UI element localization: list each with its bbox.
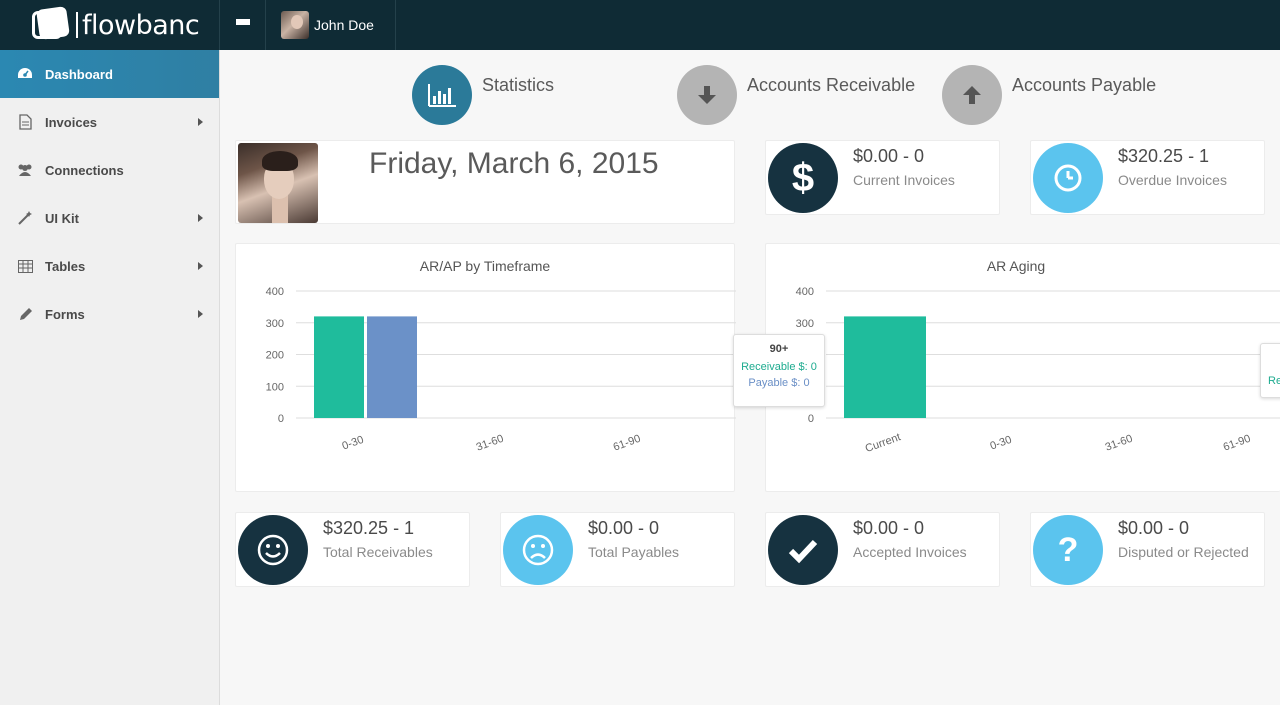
user-menu[interactable]: John Doe — [266, 0, 396, 50]
caret-right-icon — [198, 118, 203, 126]
sidebar-item-label: Invoices — [45, 114, 98, 130]
chart-tooltip-partial: Re — [1260, 343, 1280, 398]
overdue-invoices-card[interactable]: $320.25 - 1 Overdue Invoices — [1030, 140, 1265, 215]
logo-text: flowbanc — [82, 9, 200, 41]
smile-icon — [238, 515, 308, 585]
stat-label: Overdue Invoices — [1118, 172, 1227, 188]
tab-label: Statistics — [482, 74, 555, 95]
top-navbar: flowbanc John Doe — [0, 0, 1280, 50]
tab-statistics[interactable]: Statistics — [412, 65, 554, 125]
arrow-up-icon — [942, 65, 1002, 125]
tab-label: Accounts Receivable — [747, 74, 916, 95]
bar[interactable] — [314, 316, 364, 418]
current-invoices-card[interactable]: $ $0.00 - 0 Current Invoices — [765, 140, 1000, 215]
accepted-invoices-card[interactable]: $0.00 - 0 Accepted Invoices — [765, 512, 1000, 587]
pencil-icon — [16, 305, 34, 323]
y-tick-label: 100 — [266, 381, 284, 393]
ar-aging-chart: AR Aging 0100200300400Current0-3031-6061… — [765, 243, 1280, 492]
stat-value: $0.00 - 0 — [853, 146, 925, 166]
total-receivables-card[interactable]: $320.25 - 1 Total Receivables — [235, 512, 470, 587]
y-tick-label: 400 — [266, 286, 284, 298]
tooltip-receivable: Receivable $: 0 — [741, 361, 817, 373]
x-tick-label: 0-30 — [989, 434, 1014, 453]
dashboard-icon — [16, 65, 34, 83]
sidebar-item-forms[interactable]: Forms — [0, 290, 219, 338]
stat-label: Accepted Invoices — [853, 544, 967, 560]
hamburger-icon — [235, 19, 250, 31]
check-icon — [768, 515, 838, 585]
total-payables-card[interactable]: $0.00 - 0 Total Payables — [500, 512, 735, 587]
users-icon — [16, 161, 34, 179]
y-tick-label: 300 — [796, 318, 814, 330]
sidebar-item-connections[interactable]: Connections — [0, 146, 219, 194]
arrow-down-icon — [677, 65, 737, 125]
date-card: Friday, March 6, 2015 — [235, 140, 735, 224]
sidebar-item-label: Dashboard — [45, 66, 113, 82]
sidebar-item-ui-kit[interactable]: UI Kit — [0, 194, 219, 242]
stat-value: $0.00 - 0 — [588, 518, 660, 538]
x-tick-label: 31-60 — [1104, 433, 1135, 454]
sidebar-item-label: Connections — [45, 162, 124, 178]
sidebar-item-label: Tables — [45, 258, 86, 274]
x-tick-label: 61-90 — [612, 433, 643, 454]
current-date: Friday, March 6, 2015 — [369, 147, 659, 180]
sidebar: Dashboard Invoices Connections UI Kit Ta… — [0, 50, 220, 705]
profile-photo — [238, 143, 318, 223]
y-tick-label: 0 — [278, 413, 284, 425]
magic-wand-icon — [16, 209, 34, 227]
tooltip-title: 90+ — [769, 343, 789, 355]
frown-icon — [503, 515, 573, 585]
x-tick-label: 31-60 — [475, 433, 506, 454]
sidebar-item-label: Forms — [45, 306, 85, 322]
stat-label: Total Receivables — [323, 544, 433, 560]
stat-label: Disputed or Rejected — [1118, 544, 1249, 560]
x-tick-label: 61-90 — [1222, 433, 1253, 454]
x-tick-label: Current — [864, 431, 903, 455]
sidebar-item-tables[interactable]: Tables — [0, 242, 219, 290]
tab-accounts-payable[interactable]: Accounts Payable — [942, 65, 1156, 125]
stat-value: $0.00 - 0 — [1118, 518, 1190, 538]
y-tick-label: 300 — [266, 318, 284, 330]
chart-canvas: 01002003004000-3031-6061-9090+ — [266, 286, 736, 454]
caret-right-icon — [198, 214, 203, 222]
file-icon — [16, 113, 34, 131]
logo-mark-icon — [30, 6, 70, 43]
bar[interactable] — [844, 316, 926, 418]
stat-value: $0.00 - 0 — [853, 518, 925, 538]
stat-label: Total Payables — [588, 544, 680, 560]
sidebar-item-invoices[interactable]: Invoices — [0, 98, 219, 146]
avatar — [281, 11, 309, 39]
ar-ap-timeframe-chart: AR/AP by Timeframe 0 100 200 300 400 0-30 31-6… — [235, 243, 736, 492]
caret-right-icon — [198, 310, 203, 318]
chart-tooltip: 90+ Receivable $: 0 Payable $: 0 — [733, 334, 825, 407]
caret-right-icon — [198, 262, 203, 270]
clock-icon — [1033, 143, 1103, 213]
x-tick-label: 0-30 — [341, 434, 366, 453]
tab-accounts-receivable[interactable]: Accounts Receivable — [677, 65, 915, 125]
bar[interactable] — [367, 316, 417, 418]
sidebar-item-label: UI Kit — [45, 210, 79, 226]
stat-value: $320.25 - 1 — [1118, 146, 1210, 166]
menu-toggle-button[interactable] — [219, 0, 266, 50]
tooltip-payable: Payable $: 0 — [748, 377, 810, 389]
table-icon — [16, 257, 34, 275]
bar-chart-icon — [412, 65, 472, 125]
stat-label: Current Invoices — [853, 172, 955, 188]
disputed-invoices-card[interactable]: ? $0.00 - 0 Disputed or Rejected — [1030, 512, 1265, 587]
y-tick-label: 400 — [796, 286, 814, 298]
dollar-icon: $ — [768, 143, 838, 213]
y-tick-label: 0 — [808, 413, 814, 425]
question-icon: ? — [1033, 515, 1103, 585]
chart-canvas: 0100200300400Current0-3031-6061-90 — [796, 286, 1280, 455]
stat-value: $320.25 - 1 — [323, 518, 415, 538]
user-name: John Doe — [314, 17, 374, 33]
sidebar-item-dashboard[interactable]: Dashboard — [0, 50, 219, 98]
y-tick-label: 200 — [266, 350, 284, 362]
logo[interactable]: flowbanc — [30, 6, 200, 44]
tab-label: Accounts Payable — [1012, 74, 1157, 95]
